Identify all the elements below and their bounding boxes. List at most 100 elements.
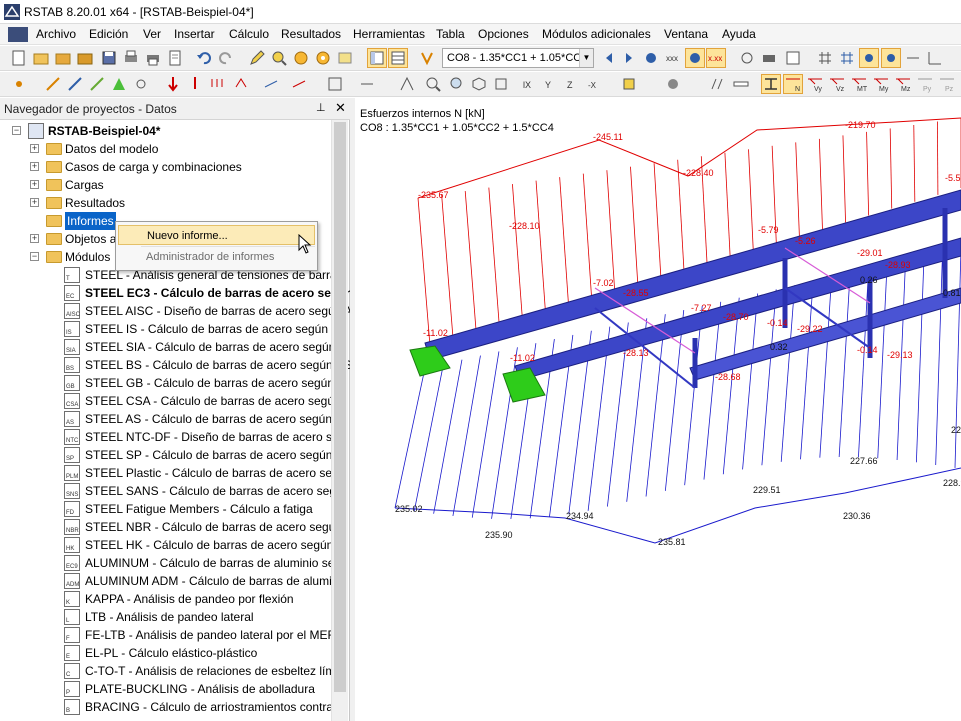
member-load-icon[interactable] (208, 75, 226, 93)
nodal-load-icon[interactable] (186, 75, 204, 93)
tree-folder-item[interactable]: + Datos del modelo (0, 140, 330, 158)
menu-herramientas[interactable]: Herramientas (353, 27, 425, 41)
view-icon[interactable] (738, 49, 756, 67)
generate-load-icon[interactable] (262, 75, 280, 93)
tree-module-item[interactable]: EC STEEL EC3 - Cálculo de barras de acero… (0, 284, 353, 302)
tree-module-item[interactable]: AISC STEEL AISC - Diseño de barras de ace… (0, 302, 352, 320)
snap-grid-icon[interactable] (838, 49, 856, 67)
view-y-icon[interactable]: Y (542, 75, 560, 93)
tree-module-item[interactable]: HK STEEL HK - Cálculo de barras de acero … (0, 536, 345, 554)
menu-calculo[interactable]: Cálculo (229, 27, 269, 41)
new-report-menu-item[interactable]: Nuevo informe... (118, 225, 315, 245)
support-icon[interactable] (110, 75, 128, 93)
snap-point-icon[interactable] (881, 48, 901, 68)
report-icon[interactable] (166, 49, 184, 67)
member-set-icon[interactable] (88, 75, 106, 93)
view-x-icon[interactable]: lX (520, 75, 538, 93)
measure-icon[interactable] (708, 75, 726, 93)
menu-ventana[interactable]: Ventana (664, 27, 708, 41)
search-objects-icon[interactable] (270, 49, 288, 67)
tree-module-item[interactable]: NTC STEEL NTC-DF - Diseño de barras de ac… (0, 428, 345, 446)
display-tables-icon[interactable] (388, 48, 408, 68)
graphic-view[interactable]: Esfuerzos internos N [kN] CO8 : 1.35*CC1… (355, 98, 961, 721)
previous-loadcase-icon[interactable] (600, 49, 618, 67)
menu-archivo[interactable]: Archivo (36, 27, 76, 41)
load-icon[interactable] (164, 75, 182, 93)
loadcase-results-icon[interactable] (418, 49, 436, 67)
menu-ver[interactable]: Ver (143, 27, 161, 41)
navigator-scrollbar[interactable] (331, 120, 348, 721)
menu-insertar[interactable]: Insertar (174, 27, 215, 41)
structural-model[interactable]: -245.11 -235.67 -228.40 -228.10 -219.70 -5.59… (355, 98, 961, 721)
document-menu-icon[interactable] (8, 27, 28, 42)
save-icon[interactable] (100, 49, 118, 67)
tree-module-item[interactable]: BS STEEL BS - Cálculo de barras de acero … (0, 356, 352, 374)
show-values-icon[interactable]: x.xx (706, 48, 726, 68)
calculate-icon[interactable] (292, 49, 310, 67)
bar-icon[interactable] (732, 75, 750, 93)
archive-icon[interactable] (76, 49, 94, 67)
tree-module-item[interactable]: SNS STEEL SANS - Cálculo de barras de ace… (0, 482, 343, 500)
grid-icon[interactable] (816, 49, 834, 67)
expand-icon[interactable]: + (30, 180, 39, 189)
edit-pencil-icon[interactable] (248, 49, 266, 67)
hinge-icon[interactable] (132, 75, 150, 93)
result-mt-button[interactable]: MT (850, 75, 868, 93)
undo-icon[interactable] (195, 49, 213, 67)
collapse-icon[interactable]: − (30, 252, 39, 261)
tree-module-item[interactable]: GB STEEL GB - Cálculo de barras de acero … (0, 374, 347, 392)
result-my-button[interactable]: My (872, 75, 890, 93)
menu-ayuda[interactable]: Ayuda (722, 27, 756, 41)
tree-module-item[interactable]: C C-TO-T - Análisis de relaciones de esbe… (0, 662, 335, 680)
display-navigator-icon[interactable] (367, 48, 387, 68)
iso-view-icon[interactable] (470, 75, 488, 93)
tree-folder-item[interactable]: + Cargas (0, 176, 330, 194)
expand-icon[interactable]: + (30, 144, 39, 153)
tree-module-item[interactable]: PLM STEEL Plastic - Cálculo de barras de … (0, 464, 345, 482)
collapse-icon[interactable]: − (12, 126, 21, 135)
show-results-icon[interactable] (642, 49, 660, 67)
expand-icon[interactable]: + (30, 234, 39, 243)
node-icon[interactable] (10, 75, 28, 93)
result-mz-button[interactable]: Mz (894, 75, 912, 93)
chevron-down-icon[interactable]: ▼ (579, 49, 593, 67)
view-minus-x-icon[interactable]: -X (586, 75, 604, 93)
tree-module-item[interactable]: ADM ALUMINUM ADM - Cálculo de barras de a… (0, 572, 332, 590)
redo-icon[interactable] (217, 49, 235, 67)
result-values-icon[interactable]: xxx (664, 49, 682, 67)
tree-module-item[interactable]: AS STEEL AS - Cálculo de barras de acero … (0, 410, 343, 428)
pin-icon[interactable]: ⊥ (316, 101, 326, 114)
view-xyz-icon[interactable] (398, 75, 416, 93)
tree-module-item[interactable]: SIA STEEL SIA - Cálculo de barras de acer… (0, 338, 347, 356)
report-manager-menu-item[interactable]: Administrador de informes (118, 247, 315, 267)
scrollbar-thumb[interactable] (334, 122, 346, 692)
deformation-icon[interactable] (685, 48, 705, 68)
results-on-icon[interactable] (336, 49, 354, 67)
display-results-icon[interactable] (761, 74, 781, 94)
menu-resultados[interactable]: Resultados (281, 27, 341, 41)
result-vy-button[interactable]: Vy (806, 75, 824, 93)
expand-icon[interactable]: + (30, 162, 39, 171)
menu-opciones[interactable]: Opciones (478, 27, 529, 41)
zoom-all-icon[interactable] (448, 75, 466, 93)
print-graphic-2-icon[interactable] (760, 49, 778, 67)
print-graphic-icon[interactable] (144, 49, 162, 67)
grid-select-icon[interactable] (326, 75, 344, 93)
member-icon[interactable] (44, 75, 62, 93)
member-divide-icon[interactable] (66, 75, 84, 93)
tree-folder-item[interactable]: + Resultados (0, 194, 330, 212)
generate-wind-icon[interactable] (290, 75, 308, 93)
print-icon[interactable] (122, 49, 140, 67)
tree-module-item[interactable]: FD STEEL Fatigue Members - Cálculo a fati… (0, 500, 330, 518)
dimension-icon[interactable] (904, 49, 922, 67)
menu-tabla[interactable]: Tabla (436, 27, 465, 41)
imposed-deformation-icon[interactable] (232, 75, 250, 93)
view-3d-icon[interactable] (492, 75, 510, 93)
tree-module-item[interactable]: P PLATE-BUCKLING - Análisis de abolladura (0, 680, 330, 698)
result-n-button[interactable]: N (783, 74, 803, 94)
result-vz-button[interactable]: Vz (828, 75, 846, 93)
view-z-icon[interactable]: Z (564, 75, 582, 93)
expand-icon[interactable]: + (30, 198, 39, 207)
tree-project-root[interactable]: − RSTAB-Beispiel-04* (0, 122, 330, 140)
tree-folder-item[interactable]: + Casos de carga y combinaciones (0, 158, 330, 176)
